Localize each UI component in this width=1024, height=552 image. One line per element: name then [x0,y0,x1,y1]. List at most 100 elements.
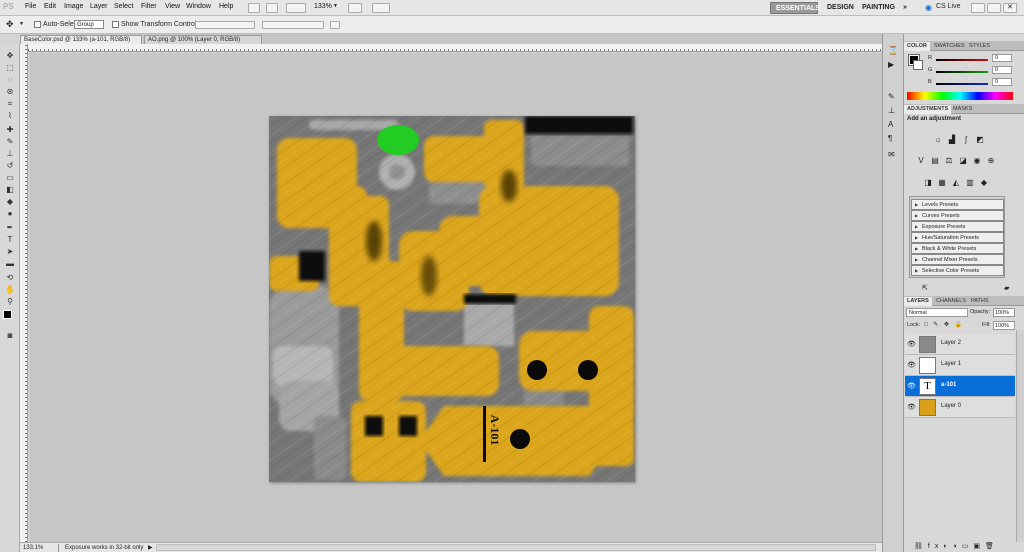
exposure-icon[interactable]: ◩ [975,135,985,145]
auto-select-dropdown[interactable]: Group [74,20,104,29]
3d-rotate-tool-icon[interactable]: ⟲ [4,272,16,283]
tab-adjustments[interactable]: ADJUSTMENTS [904,105,952,114]
tab-ao[interactable]: AO.png @ 100% (Layer 0, RGB/8) [144,35,262,44]
history-panel-icon[interactable]: ⌛ [888,46,898,55]
menu-image[interactable]: Image [64,3,83,10]
levels-icon[interactable]: ▟ [947,135,957,145]
menu-edit[interactable]: Edit [44,3,56,10]
path-select-tool-icon[interactable]: ➤ [4,246,16,257]
tab-color[interactable]: COLOR [904,42,930,51]
threshold-icon[interactable]: ◭ [951,178,961,188]
horizontal-scrollbar[interactable] [156,544,876,551]
layers-footer-icons[interactable]: ⛓fx◐◑▭▣🗑 [914,542,999,550]
history-brush-tool-icon[interactable]: ↺ [4,160,16,171]
blur-tool-icon[interactable]: ◆ [4,196,16,207]
layer-row[interactable]: 👁 Layer 1 [905,355,1015,376]
workspace-painting[interactable]: PAINTING [857,2,900,14]
eye-icon[interactable]: 👁 [907,403,916,411]
menu-window[interactable]: Window [186,3,211,10]
tab-channels[interactable]: CHANNELS [933,297,969,306]
type-tool-icon[interactable]: T [4,234,16,245]
workspace-design[interactable]: DESIGN [822,2,859,14]
tab-masks[interactable]: MASKS [950,105,975,114]
brush-panel-icon[interactable]: ✎ [888,92,895,101]
green-value[interactable]: 0 [992,66,1012,74]
blue-value[interactable]: 0 [992,78,1012,86]
opacity-field[interactable]: 100% [993,308,1015,317]
adjustments-panel-menu-icon[interactable]: ▰ [1004,284,1009,292]
menu-layer[interactable]: Layer [90,3,108,10]
eye-icon[interactable]: 👁 [907,340,916,348]
align-buttons[interactable] [195,21,255,29]
vibrance-icon[interactable]: V [916,156,926,166]
clone-stamp-tool-icon[interactable]: ⊥ [4,148,16,159]
paragraph-panel-icon[interactable]: ¶ [888,134,892,143]
foreground-color-swatch[interactable] [3,310,12,319]
eyedropper-tool-icon[interactable]: ⌇ [4,110,16,121]
menu-filter[interactable]: Filter [141,3,157,10]
selective-color-icon[interactable]: ◆ [979,178,989,188]
lock-icons[interactable]: □ ✎ ✥ 🔒 [924,321,964,328]
menu-view[interactable]: View [165,3,180,10]
background-color-chip[interactable] [913,60,923,70]
zoom-level[interactable]: 133.1% [23,545,43,551]
actions-panel-icon[interactable]: ▶ [888,60,894,69]
tab-styles[interactable]: STYLES [966,42,993,51]
tab-paths[interactable]: PATHS [968,297,992,306]
posterize-icon[interactable]: ▦ [937,178,947,188]
black-white-icon[interactable]: ◪ [958,156,968,166]
bridge-icon[interactable] [248,3,260,13]
menu-help[interactable]: Help [219,3,233,10]
color-spectrum-bar[interactable] [907,92,1013,100]
auto-align-icon[interactable] [330,21,340,29]
curves-icon[interactable]: ∫ [961,135,971,145]
mini-bridge-icon[interactable] [266,3,278,13]
eye-icon[interactable]: 👁 [907,361,916,369]
layer-row-selected[interactable]: 👁 T a-101 [905,376,1015,397]
tab-basecolor[interactable]: BaseColor.psd @ 133% (a-101, RGB/8) [20,35,142,44]
eraser-tool-icon[interactable]: ▭ [4,172,16,183]
lasso-tool-icon[interactable]: ◌ [4,74,16,85]
preset-curves[interactable]: Curves Presets [911,210,1004,221]
tab-swatches[interactable]: SWATCHES [931,42,968,51]
zoom-tool-icon[interactable]: ⚲ [4,296,16,307]
notes-panel-icon[interactable]: ✉ [888,150,895,159]
marquee-tool-icon[interactable]: ⬚ [4,62,16,73]
chevron-down-icon[interactable]: ▼ [333,3,338,9]
layer-row[interactable]: 👁 Layer 0 [905,397,1015,418]
gradient-tool-icon[interactable]: ◧ [4,184,16,195]
preset-exposure[interactable]: Exposure Presets [911,221,1004,232]
green-slider[interactable] [936,71,988,73]
brightness-icon[interactable]: ☼ [933,135,943,145]
photo-filter-icon[interactable]: ◉ [972,156,982,166]
workspace-essentials[interactable]: ESSENTIALS [770,2,820,14]
layers-scrollbar[interactable] [1016,330,1024,542]
cs-live-menu[interactable]: CS Live [936,3,961,10]
character-panel-icon[interactable]: A [888,120,893,129]
preset-selective-color[interactable]: Selective Color Presets [911,265,1004,276]
preset-levels[interactable]: Levels Presets [911,199,1004,210]
eye-icon[interactable]: 👁 [907,382,916,390]
close-button[interactable]: ✕ [1003,3,1017,13]
screen-mode-icon[interactable] [372,3,390,13]
red-slider[interactable] [936,59,988,61]
quick-select-tool-icon[interactable]: ⊛ [4,86,16,97]
minimize-button[interactable] [971,3,985,13]
crop-tool-icon[interactable]: ⌗ [4,98,16,109]
arrange-documents-icon[interactable] [348,3,362,13]
document-canvas[interactable]: A-101 [269,116,635,482]
color-balance-icon[interactable]: ⚖ [944,156,954,166]
brush-tool-icon[interactable]: ✎ [4,136,16,147]
auto-select-checkbox[interactable] [34,21,41,28]
fill-field[interactable]: 100% [993,321,1015,330]
preset-hue-saturation[interactable]: Hue/Saturation Presets [911,232,1004,243]
preset-channel-mixer[interactable]: Channel Mixer Presets [911,254,1004,265]
shape-tool-icon[interactable]: ▬ [4,258,16,269]
healing-brush-tool-icon[interactable]: ✚ [4,124,16,135]
layer-row[interactable]: 👁 Layer 2 [905,334,1015,355]
more-workspaces-icon[interactable]: » [898,2,912,14]
tool-preset-chevron-icon[interactable]: ▼ [19,21,24,27]
dodge-tool-icon[interactable]: ● [4,208,16,219]
pen-tool-icon[interactable]: ✒ [4,222,16,233]
channel-mixer-icon[interactable]: ⊕ [986,156,996,166]
